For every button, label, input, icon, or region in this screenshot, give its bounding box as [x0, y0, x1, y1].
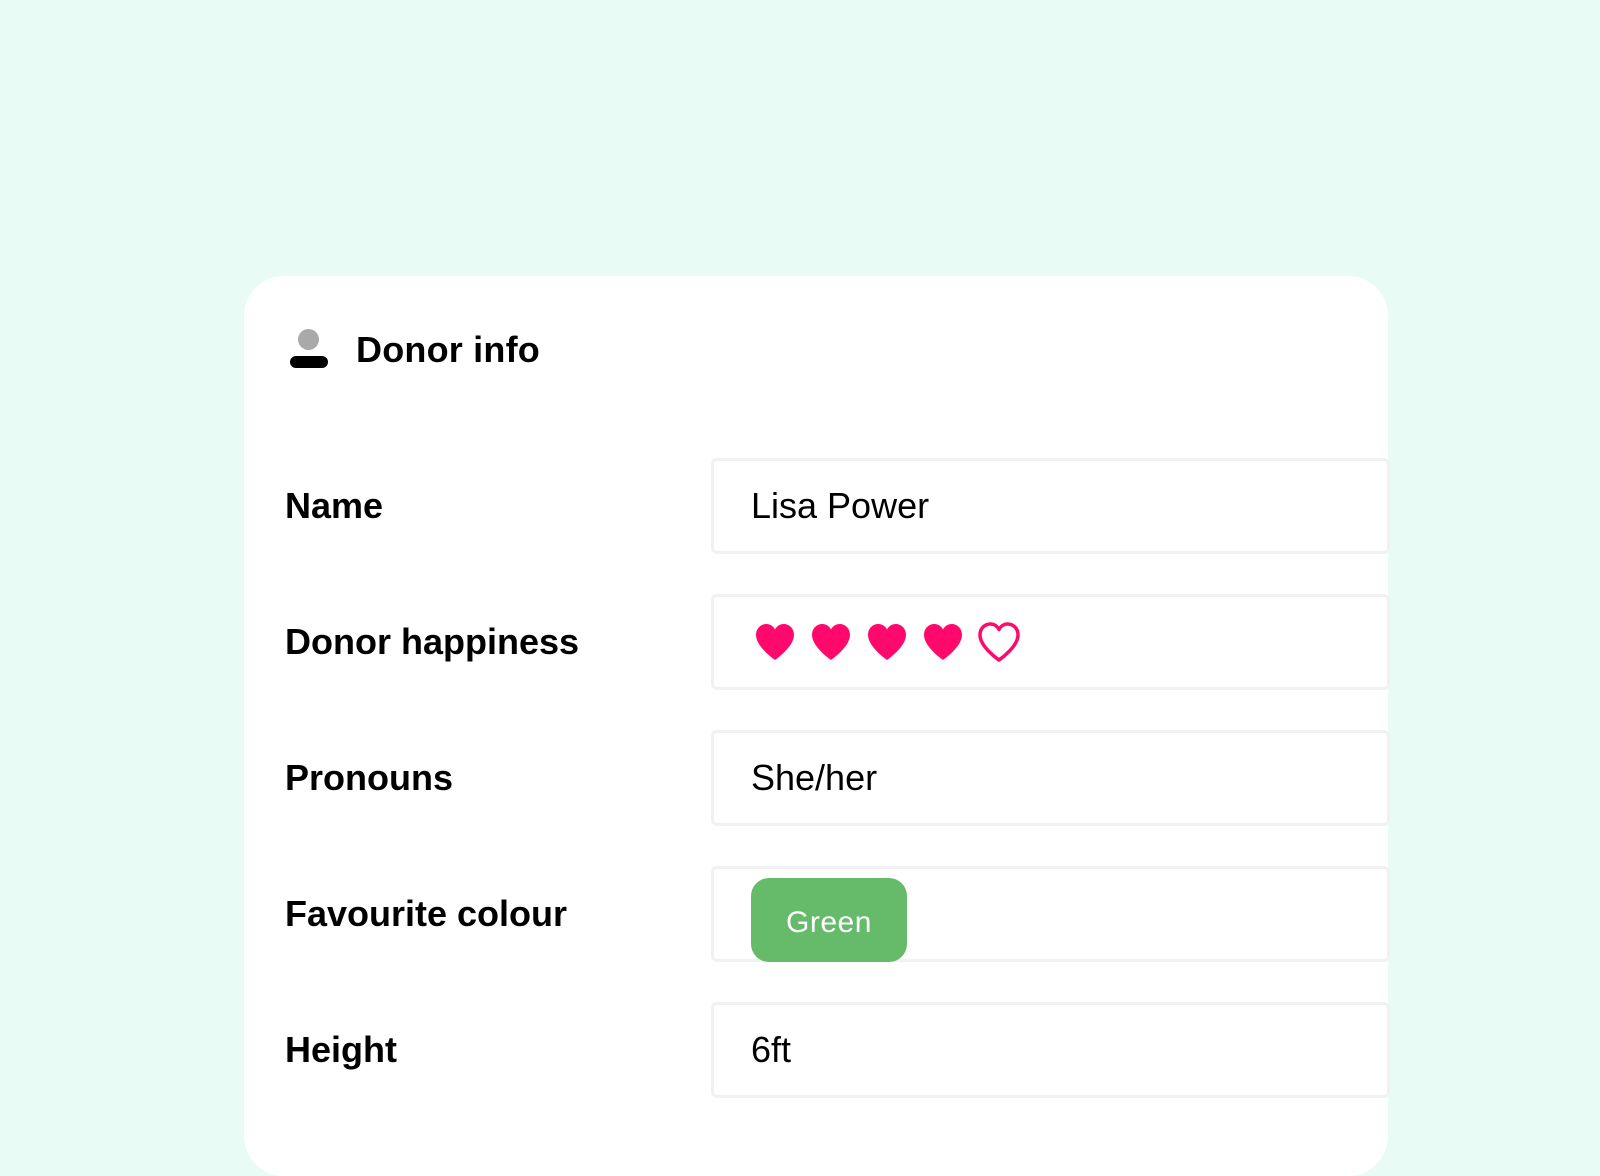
heart-filled-icon[interactable] — [809, 621, 853, 663]
donor-happiness-label: Donor happiness — [285, 621, 580, 662]
name-field[interactable]: Lisa Power — [711, 458, 1390, 554]
donor-happiness-field — [711, 594, 1390, 690]
name-value: Lisa Power — [751, 485, 930, 526]
colour-tag[interactable]: Green — [751, 878, 907, 962]
name-row: Name Lisa Power — [285, 458, 1390, 554]
heart-rating[interactable] — [753, 621, 1021, 663]
name-label: Name — [285, 485, 384, 526]
card-header: Donor info — [290, 326, 540, 374]
favourite-colour-label: Favourite colour — [285, 893, 568, 934]
favourite-colour-row: Favourite colour Green — [285, 866, 1390, 962]
heart-empty-icon[interactable] — [977, 621, 1021, 663]
donor-happiness-row: Donor happiness — [285, 594, 1390, 690]
heart-filled-icon[interactable] — [921, 621, 965, 663]
pronouns-field[interactable]: She/her — [711, 730, 1390, 826]
pronouns-row: Pronouns She/her — [285, 730, 1390, 826]
favourite-colour-field[interactable]: Green — [711, 866, 1390, 962]
person-icon — [290, 329, 328, 371]
heart-filled-icon[interactable] — [865, 621, 909, 663]
pronouns-label: Pronouns — [285, 757, 453, 798]
height-value: 6ft — [751, 1029, 792, 1070]
pronouns-value: She/her — [751, 757, 878, 798]
height-field[interactable]: 6ft — [711, 1002, 1390, 1098]
heart-filled-icon[interactable] — [753, 621, 797, 663]
height-label: Height — [285, 1029, 397, 1070]
height-row: Height 6ft — [285, 1002, 1390, 1098]
donor-info-card: Donor info Name Lisa Power Donor happine… — [244, 276, 1390, 1176]
card-title: Donor info — [356, 329, 540, 370]
